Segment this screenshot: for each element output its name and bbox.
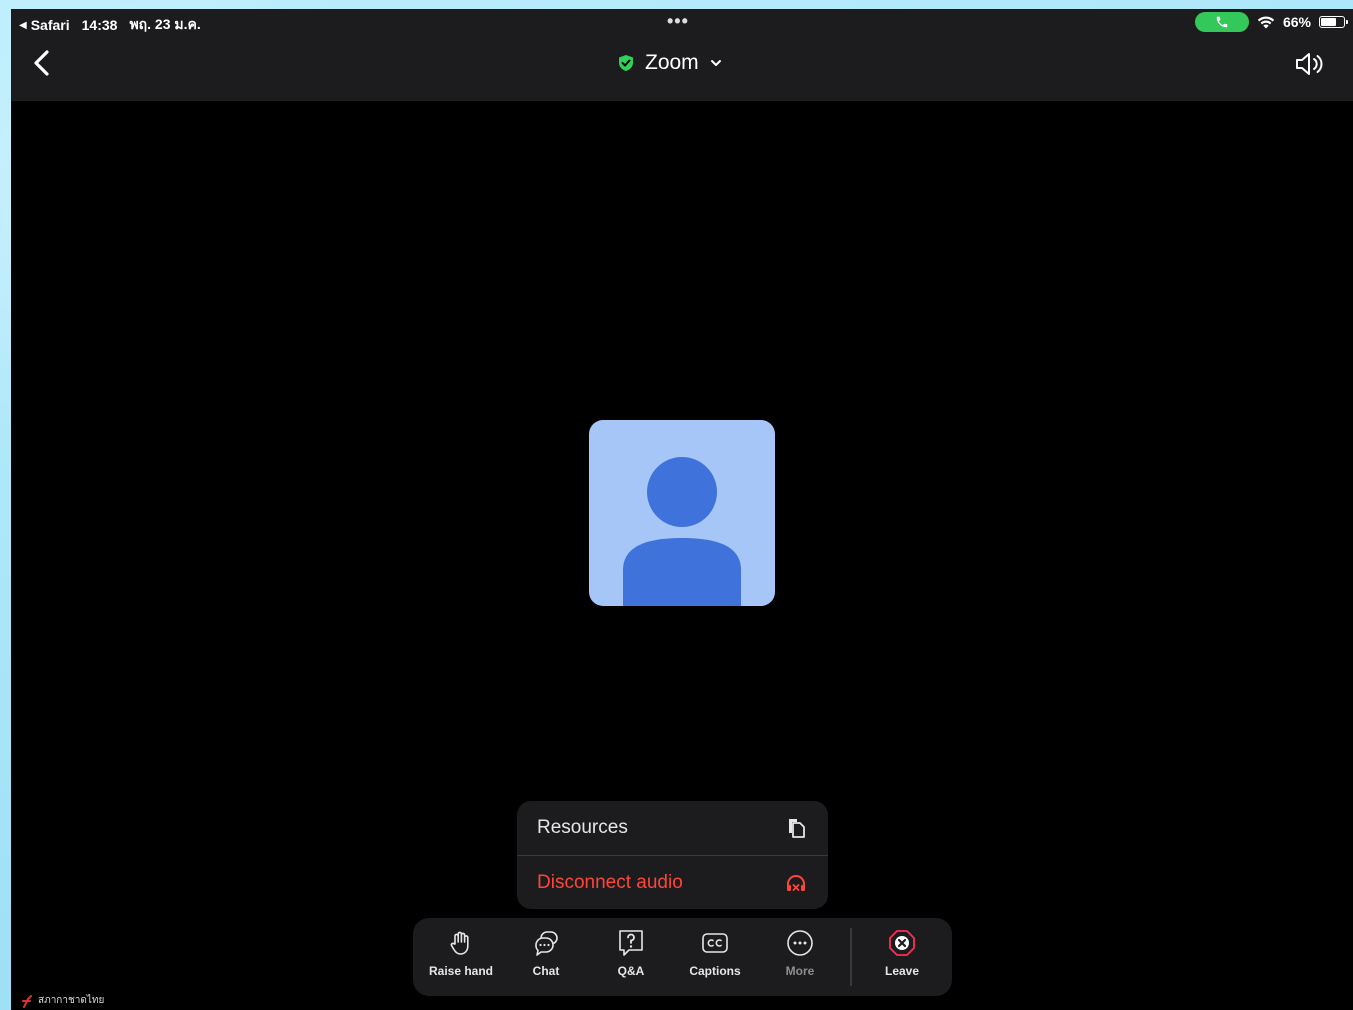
document-copy-icon <box>789 818 805 838</box>
menu-item-label: Resources <box>537 816 628 838</box>
chat-icon <box>535 931 558 956</box>
back-to-app-icon[interactable]: ◀ <box>19 20 27 31</box>
status-date: พฤ. 23 ม.ค. <box>129 16 201 32</box>
raise-hand-button[interactable]: Raise hand <box>421 928 501 988</box>
top-bar: ◀ Safari 14:38 พฤ. 23 ม.ค. ••• 66% Zoom <box>11 9 1353 101</box>
more-menu-popup: Resources Disconnect audio <box>517 801 828 909</box>
shield-check-icon <box>619 55 633 71</box>
toolbar-label: Captions <box>689 964 741 978</box>
zoom-screen: ◀ Safari 14:38 พฤ. 23 ม.ค. ••• 66% Zoom … <box>11 9 1353 1010</box>
more-icon <box>787 930 813 956</box>
toolbar-label: Chat <box>532 964 560 978</box>
status-bar-left: ◀ Safari 14:38 พฤ. 23 ม.ค. <box>19 14 201 36</box>
battery-icon <box>1319 16 1348 28</box>
speaker-icon[interactable] <box>1293 49 1325 79</box>
battery-fill <box>1321 18 1336 26</box>
person-icon <box>623 457 741 606</box>
wifi-icon <box>1257 16 1275 29</box>
watermark-text: สภากาชาดไทย <box>38 995 105 1006</box>
participant-avatar[interactable] <box>589 420 775 606</box>
active-call-pill[interactable] <box>1194 12 1249 32</box>
menu-item-disconnect-audio[interactable]: Disconnect audio <box>517 856 828 909</box>
toolbar-label: More <box>785 964 815 978</box>
back-to-app-label[interactable]: Safari <box>31 17 70 33</box>
multitasking-dots[interactable]: ••• <box>667 11 689 32</box>
toolbar-label: Leave <box>884 964 920 978</box>
watermark: สภากาชาดไทย <box>21 993 104 1008</box>
menu-item-resources[interactable]: Resources <box>517 801 828 854</box>
chevron-down-icon <box>710 60 721 66</box>
meeting-title: Zoom <box>645 51 699 74</box>
qa-button[interactable]: Q&A <box>591 928 671 988</box>
status-time: 14:38 <box>81 17 118 33</box>
meeting-title-dropdown[interactable]: Zoom <box>617 51 723 75</box>
captions-button[interactable]: Captions <box>675 928 755 988</box>
battery-percent: 66% <box>1282 14 1311 30</box>
meeting-toolbar: Raise hand Chat Q&A Captions More Leave <box>413 918 952 996</box>
red-cross-logo-icon <box>22 994 32 1008</box>
leave-icon <box>889 930 915 956</box>
headphones-disconnect-icon <box>787 874 805 891</box>
status-bar-right: 66% <box>1194 12 1348 32</box>
leave-button[interactable]: Leave <box>862 928 942 988</box>
chevron-left-icon[interactable] <box>29 47 55 79</box>
more-button[interactable]: More <box>760 928 840 988</box>
menu-item-label: Disconnect audio <box>537 871 683 893</box>
hand-icon <box>450 931 469 955</box>
toolbar-label: Raise hand <box>428 964 494 978</box>
chat-button[interactable]: Chat <box>506 928 586 988</box>
captions-icon <box>702 933 728 953</box>
phone-icon <box>1216 16 1228 28</box>
toolbar-label: Q&A <box>617 964 645 978</box>
question-icon <box>619 930 643 956</box>
toolbar-divider <box>850 928 852 986</box>
